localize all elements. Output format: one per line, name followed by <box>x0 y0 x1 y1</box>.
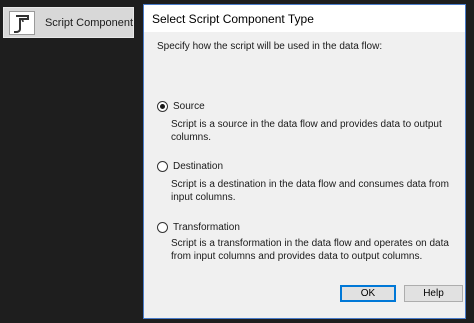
destination-label[interactable]: Destination <box>173 161 223 172</box>
transformation-radio[interactable] <box>157 222 168 233</box>
help-button[interactable]: Help <box>404 285 463 302</box>
destination-description: Script is a destination in the data flow… <box>171 179 449 203</box>
destination-radio[interactable] <box>157 161 168 172</box>
source-description: Script is a source in the data flow and … <box>171 119 442 143</box>
script-icon <box>9 10 35 35</box>
transformation-label[interactable]: Transformation <box>173 222 240 233</box>
dialog-title: Select Script Component Type <box>152 11 314 26</box>
source-label[interactable]: Source <box>173 101 205 112</box>
instruction-text: Specify how the script will be used in t… <box>157 41 383 52</box>
toolbox-item-script-component[interactable]: Script Component <box>3 7 134 38</box>
dialog-titlebar: Select Script Component Type <box>144 5 465 32</box>
transformation-description: Script is a transformation in the data f… <box>171 238 449 262</box>
option-destination[interactable]: Destination <box>157 161 223 172</box>
ok-button[interactable]: OK <box>340 285 396 302</box>
toolbox-item-label: Script Component <box>44 16 133 29</box>
option-transformation[interactable]: Transformation <box>157 222 240 233</box>
select-script-component-type-dialog: Select Script Component Type Specify how… <box>143 4 466 319</box>
option-source[interactable]: Source <box>157 101 205 112</box>
source-radio[interactable] <box>157 101 168 112</box>
